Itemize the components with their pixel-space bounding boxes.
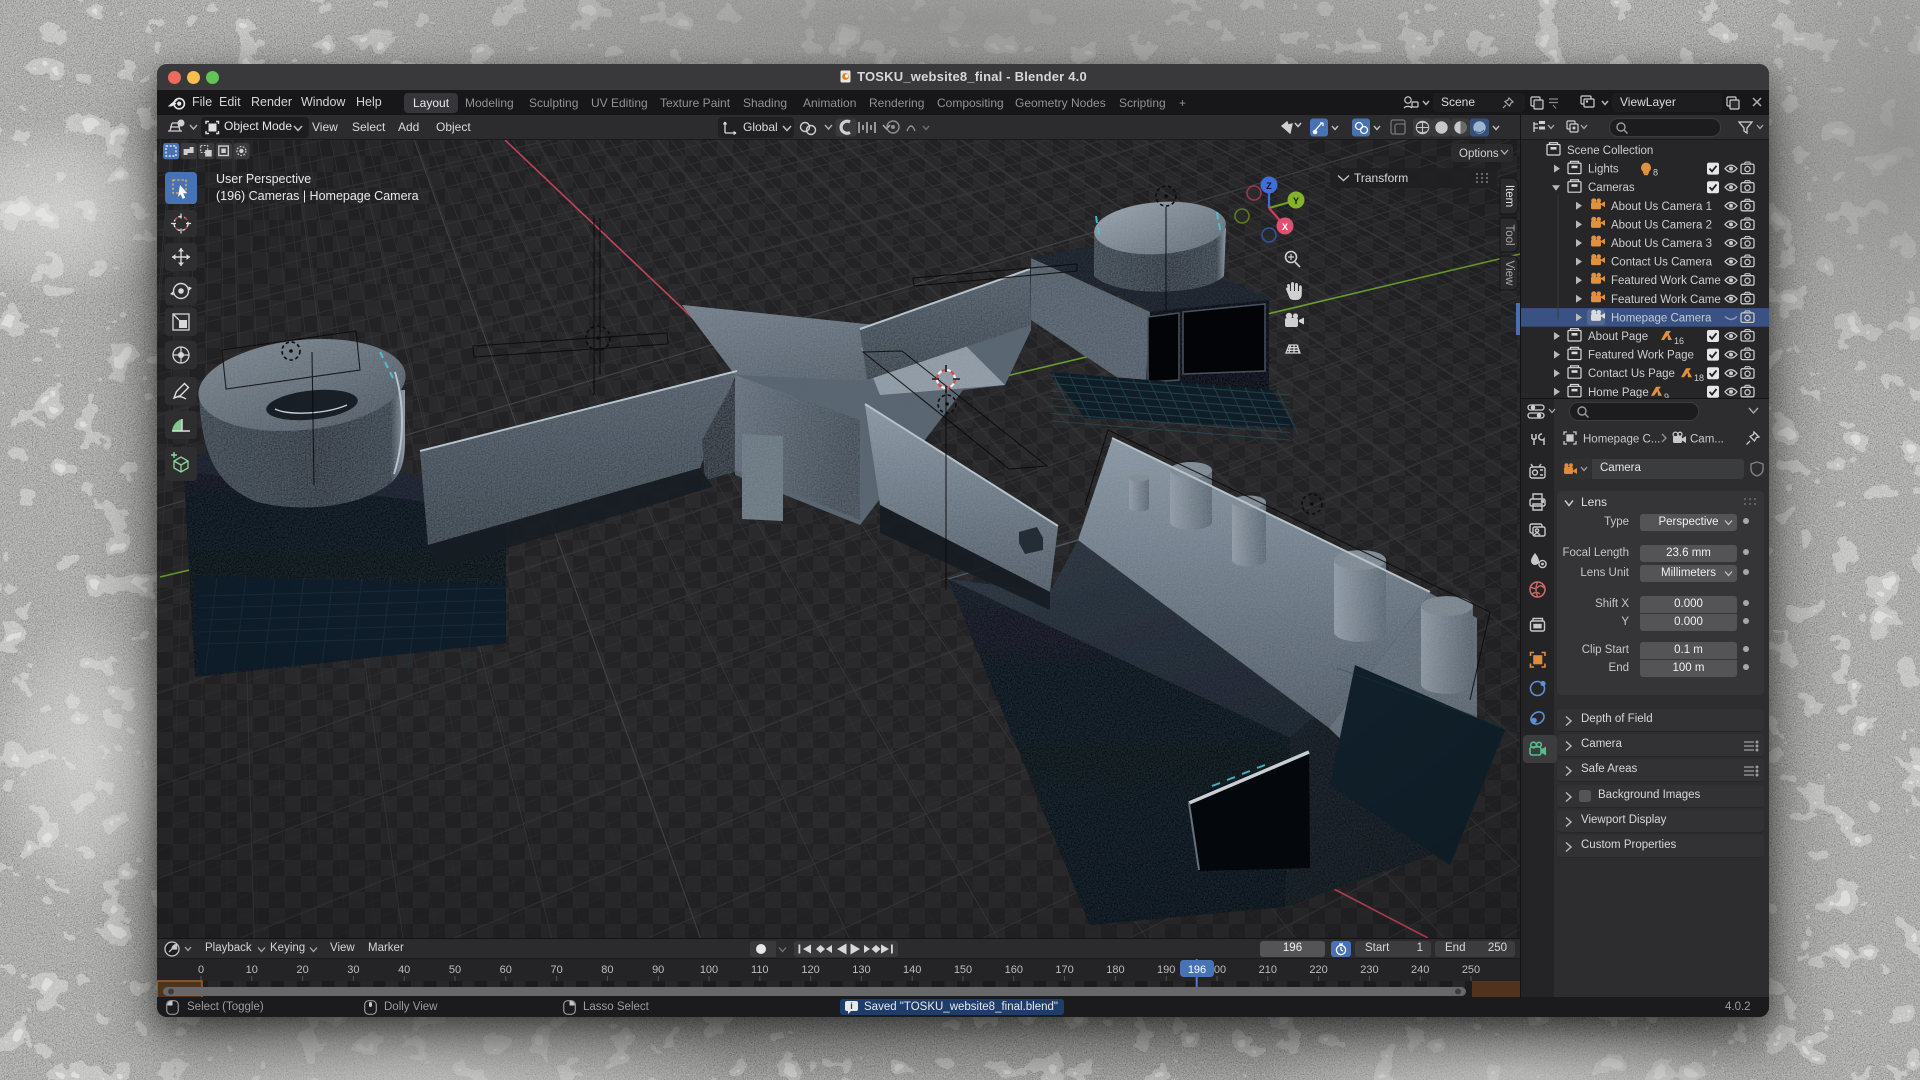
svg-text:16: 16 (1674, 336, 1684, 346)
svg-text:150: 150 (954, 964, 972, 976)
svg-text:0: 0 (198, 964, 204, 976)
svg-text:196: 196 (1188, 964, 1206, 976)
svg-text:220: 220 (1309, 964, 1327, 976)
svg-text:Cameras: Cameras (1588, 182, 1635, 194)
svg-text:Scene Collection: Scene Collection (1567, 145, 1653, 157)
svg-text:Featured Work Came: Featured Work Came (1611, 275, 1721, 287)
svg-text:230: 230 (1360, 964, 1378, 976)
svg-text:90: 90 (652, 964, 664, 976)
svg-text:100: 100 (700, 964, 718, 976)
svg-text:Options: Options (1459, 148, 1499, 160)
svg-text:Transform: Transform (1354, 171, 1408, 185)
svg-text:40: 40 (398, 964, 410, 976)
svg-text:190: 190 (1157, 964, 1175, 976)
svg-text:Homepage C...: Homepage C... (1583, 434, 1660, 446)
svg-text:X: X (1282, 222, 1288, 232)
svg-text:50: 50 (449, 964, 461, 976)
svg-text:Contact Us Camera: Contact Us Camera (1611, 257, 1713, 269)
svg-text:(196) Cameras | Homepage Camer: (196) Cameras | Homepage Camera (216, 189, 419, 203)
svg-text:250: 250 (1462, 964, 1480, 976)
svg-text:130: 130 (852, 964, 870, 976)
svg-text:160: 160 (1005, 964, 1023, 976)
svg-text:View: View (1503, 261, 1515, 286)
svg-text:About Us Camera 1: About Us Camera 1 (1611, 201, 1712, 213)
svg-text:Tool: Tool (1503, 224, 1515, 245)
svg-text:About Page: About Page (1588, 331, 1648, 343)
svg-text:80: 80 (601, 964, 613, 976)
svg-text:Home Page: Home Page (1588, 387, 1649, 398)
svg-text:8: 8 (1653, 168, 1658, 178)
svg-text:20: 20 (296, 964, 308, 976)
svg-text:210: 210 (1259, 964, 1277, 976)
svg-text:30: 30 (347, 964, 359, 976)
svg-text:i: i (850, 1001, 853, 1011)
svg-text:Contact Us Page: Contact Us Page (1588, 368, 1675, 380)
svg-text:Item: Item (1503, 185, 1515, 207)
svg-text:10: 10 (246, 964, 258, 976)
svg-text:180: 180 (1106, 964, 1124, 976)
svg-text:About Us Camera 3: About Us Camera 3 (1611, 238, 1712, 250)
svg-text:User Perspective: User Perspective (216, 172, 311, 186)
svg-text:About Us Camera 2: About Us Camera 2 (1611, 219, 1712, 231)
svg-text:Featured Work Came: Featured Work Came (1611, 294, 1721, 306)
svg-text:140: 140 (903, 964, 921, 976)
svg-text:120: 120 (801, 964, 819, 976)
svg-text:Featured Work Page: Featured Work Page (1588, 350, 1694, 362)
svg-text:170: 170 (1055, 964, 1073, 976)
svg-text:Lights: Lights (1588, 164, 1619, 176)
svg-text:18: 18 (1694, 373, 1704, 383)
svg-text:Homepage Camera: Homepage Camera (1611, 312, 1712, 324)
svg-text:Z: Z (1266, 181, 1272, 191)
svg-text:70: 70 (550, 964, 562, 976)
svg-text:240: 240 (1411, 964, 1429, 976)
svg-text:Cam...: Cam... (1690, 434, 1724, 446)
svg-text:60: 60 (500, 964, 512, 976)
svg-text:Y: Y (1293, 196, 1299, 206)
svg-text:110: 110 (751, 964, 769, 976)
